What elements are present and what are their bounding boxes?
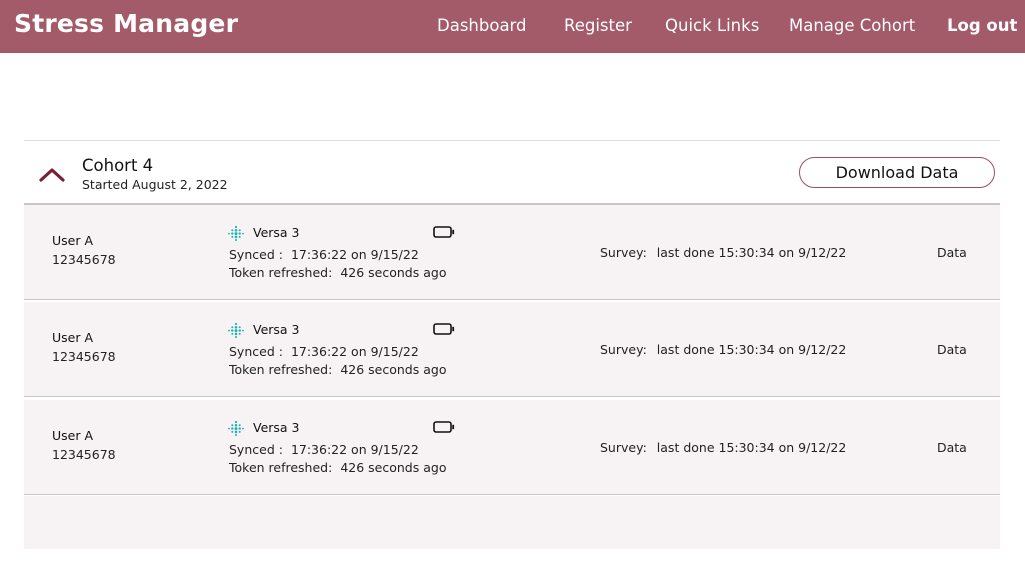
nav-manage-cohort-link[interactable]: Manage Cohort — [789, 16, 915, 35]
nav-quick-links-link[interactable]: Quick Links — [665, 16, 759, 35]
data-link[interactable]: Data — [937, 342, 967, 357]
top-navbar: Stress Manager Dashboard Register Quick … — [0, 0, 1025, 53]
token-label: Token refreshed: — [229, 460, 333, 475]
token-value: 426 seconds ago — [340, 460, 447, 475]
cohort-title: Cohort 4 — [82, 156, 154, 175]
logout-link[interactable]: Log out — [947, 16, 1017, 35]
survey-value: last done 15:30:34 on 9/12/22 — [656, 440, 847, 455]
user-id: 12345678 — [52, 349, 116, 364]
synced-status: Synced : 17:36:22 on 9/15/22 — [229, 442, 419, 457]
battery-icon — [433, 421, 455, 433]
survey-value: last done 15:30:34 on 9/12/22 — [656, 342, 847, 357]
download-data-button[interactable]: Download Data — [799, 157, 995, 188]
data-link[interactable]: Data — [937, 440, 967, 455]
survey-label: Survey: — [600, 342, 647, 357]
survey-status: Survey: last done 15:30:34 on 9/12/22 — [600, 342, 846, 357]
device-name: Versa 3 — [253, 225, 300, 240]
device-name: Versa 3 — [253, 420, 300, 435]
token-value: 426 seconds ago — [340, 265, 447, 280]
token-value: 426 seconds ago — [340, 362, 447, 377]
participant-row: User A 12345678 Versa 3 Synced : 17:36:22… — [24, 205, 1000, 300]
data-link[interactable]: Data — [937, 245, 967, 260]
survey-status: Survey: last done 15:30:34 on 9/12/22 — [600, 245, 846, 260]
user-id: 12345678 — [52, 252, 116, 267]
fitbit-icon — [228, 225, 244, 241]
user-name: User A — [52, 233, 94, 248]
fitbit-icon — [228, 322, 244, 338]
battery-icon — [433, 226, 455, 238]
survey-label: Survey: — [600, 440, 647, 455]
user-id: 12345678 — [52, 447, 116, 462]
synced-label: Synced : — [229, 344, 283, 359]
user-name: User A — [52, 330, 94, 345]
survey-label: Survey: — [600, 245, 647, 260]
synced-label: Synced : — [229, 247, 283, 262]
fitbit-icon — [228, 420, 244, 436]
cohort-card-footer — [24, 496, 1000, 549]
cohort-start-date: Started August 2, 2022 — [82, 177, 228, 192]
synced-value: 17:36:22 on 9/15/22 — [290, 442, 419, 457]
token-status: Token refreshed: 426 seconds ago — [229, 460, 446, 475]
participant-row: User A 12345678 Versa 3 Synced : 17:36:22… — [24, 302, 1000, 397]
synced-status: Synced : 17:36:22 on 9/15/22 — [229, 344, 419, 359]
user-name: User A — [52, 428, 94, 443]
synced-value: 17:36:22 on 9/15/22 — [290, 344, 419, 359]
token-label: Token refreshed: — [229, 265, 333, 280]
token-status: Token refreshed: 426 seconds ago — [229, 362, 446, 377]
synced-label: Synced : — [229, 442, 283, 457]
nav-dashboard-link[interactable]: Dashboard — [437, 16, 527, 35]
token-status: Token refreshed: 426 seconds ago — [229, 265, 446, 280]
synced-status: Synced : 17:36:22 on 9/15/22 — [229, 247, 419, 262]
participant-row: User A 12345678 Versa 3 Synced : 17:36:22… — [24, 400, 1000, 495]
nav-register-link[interactable]: Register — [564, 16, 632, 35]
survey-value: last done 15:30:34 on 9/12/22 — [656, 245, 847, 260]
synced-value: 17:36:22 on 9/15/22 — [290, 247, 419, 262]
chevron-up-icon[interactable] — [38, 165, 66, 183]
token-label: Token refreshed: — [229, 362, 333, 377]
battery-icon — [433, 323, 455, 335]
device-name: Versa 3 — [253, 322, 300, 337]
survey-status: Survey: last done 15:30:34 on 9/12/22 — [600, 440, 846, 455]
app-title: Stress Manager — [14, 9, 239, 38]
